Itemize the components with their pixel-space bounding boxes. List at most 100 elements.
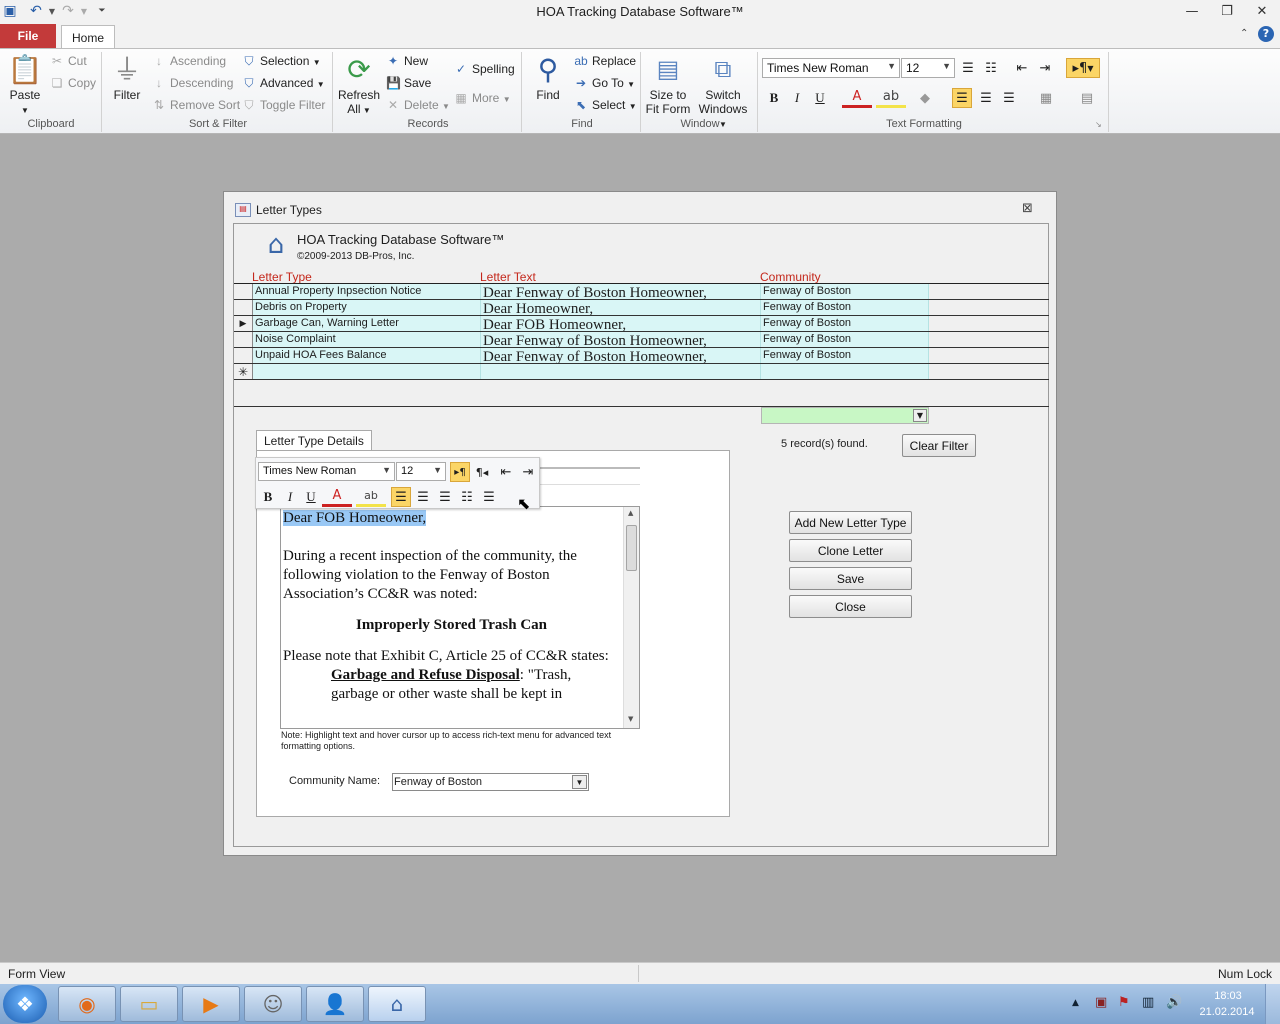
record-selector[interactable]	[234, 348, 253, 364]
cell-letter-type[interactable]: Noise Complaint	[253, 332, 481, 348]
cell-community[interactable]: Fenway of Boston	[761, 332, 929, 348]
mini-font-name-combo[interactable]: Times New Roman ▼	[258, 462, 395, 481]
cell-letter-text[interactable]: Dear Homeowner,	[481, 300, 761, 316]
media-player-icon[interactable]: ▶	[182, 986, 240, 1022]
mini-align-center-icon[interactable]: ☰	[413, 487, 433, 507]
letter-paragraph[interactable]: During a recent inspection of the commun…	[283, 547, 620, 604]
tray-app-icon[interactable]: ▣	[1095, 995, 1107, 1010]
spelling-button[interactable]: ✓ Spelling	[454, 62, 515, 76]
show-hidden-icons-icon[interactable]: ▲	[1072, 998, 1079, 1008]
dialog-launcher-icon[interactable]: ↘	[1095, 120, 1102, 129]
table-row[interactable]: Annual Property Inpsection Notice Dear F…	[234, 284, 1049, 300]
cell-letter-type[interactable]	[253, 364, 481, 380]
mini-highlight-icon[interactable]: ab	[356, 487, 386, 507]
bold-icon[interactable]: B	[764, 88, 784, 108]
letter-quote-title[interactable]: Garbage and Refuse Disposal	[331, 667, 520, 683]
restore-icon[interactable]: ❐	[1210, 0, 1244, 22]
refresh-all-button[interactable]: ⟳ Refresh All ▼	[338, 54, 380, 116]
table-row[interactable]: Noise Complaint Dear Fenway of Boston Ho…	[234, 332, 1049, 348]
cell-letter-type[interactable]: Debris on Property	[253, 300, 481, 316]
more-button[interactable]: ▦ More ▼	[454, 91, 510, 105]
tab-home[interactable]: Home	[61, 25, 115, 49]
close-button[interactable]: Close	[789, 595, 912, 618]
minimize-icon[interactable]: —	[1175, 0, 1209, 22]
select-button[interactable]: ⬉ Select ▼	[574, 98, 637, 112]
scroll-up-icon[interactable]: ▲	[628, 509, 633, 517]
record-selector[interactable]	[234, 284, 253, 300]
selection-button[interactable]: ⛉ Selection ▼	[242, 54, 320, 69]
cell-letter-text[interactable]: Dear Fenway of Boston Homeowner,	[481, 348, 761, 364]
new-record-button[interactable]: ✦ New	[386, 54, 428, 68]
mini-left-to-right-icon[interactable]: ▸¶	[450, 462, 470, 482]
cell-letter-text[interactable]	[481, 364, 761, 380]
action-center-icon[interactable]: ⚑	[1118, 995, 1130, 1010]
mini-font-color-icon[interactable]: A	[322, 487, 352, 507]
scrollbar-thumb[interactable]	[626, 525, 637, 571]
alternate-row-color-icon[interactable]: ▤	[1072, 88, 1102, 108]
cell-letter-text[interactable]: Dear FOB Homeowner,	[481, 316, 761, 332]
cell-community[interactable]: Fenway of Boston	[761, 348, 929, 364]
clock-time[interactable]: 18:03	[1200, 990, 1256, 1002]
cell-community[interactable]	[761, 364, 929, 380]
mini-underline-icon[interactable]: U	[301, 487, 321, 507]
mini-right-to-left-icon[interactable]: ¶◂	[472, 462, 492, 482]
scrollbar[interactable]: ▲ ▼	[623, 507, 639, 728]
new-record-asterisk-icon[interactable]: ✳	[234, 364, 253, 380]
new-record-row[interactable]: ✳	[234, 364, 1049, 380]
user-app-icon[interactable]: 👤	[306, 986, 364, 1022]
cut-button[interactable]: ✂ Cut	[50, 54, 87, 68]
save-record-button[interactable]: 💾 Save	[386, 76, 431, 90]
delete-record-button[interactable]: ✕ Delete ▼	[386, 98, 450, 112]
volume-icon[interactable]: 🔊	[1166, 995, 1182, 1010]
table-row[interactable]: Unpaid HOA Fees Balance Dear Fenway of B…	[234, 348, 1049, 364]
align-center-icon[interactable]: ☰	[976, 88, 996, 108]
cell-letter-type[interactable]: Annual Property Inpsection Notice	[253, 284, 481, 300]
align-right-icon[interactable]: ☰	[999, 88, 1019, 108]
letter-heading[interactable]: Improperly Stored Trash Can	[283, 616, 620, 635]
italic-icon[interactable]: I	[787, 88, 807, 108]
network-icon[interactable]: ▥	[1142, 995, 1154, 1010]
remove-sort-button[interactable]: ⇅ Remove Sort	[152, 98, 240, 112]
font-color-icon[interactable]: A	[842, 88, 872, 108]
gridlines-icon[interactable]: ▦	[1032, 88, 1060, 108]
font-name-combo[interactable]: Times New Roman ▼	[762, 58, 900, 78]
find-button[interactable]: ⚲ Find	[528, 54, 568, 102]
mini-decrease-indent-icon[interactable]: ⇤	[496, 462, 516, 482]
ascending-button[interactable]: ↓ Ascending	[152, 54, 226, 68]
toggle-filter-button[interactable]: ⛉ Toggle Filter	[242, 98, 325, 113]
copy-button[interactable]: ❏ Copy	[50, 76, 96, 90]
save-button[interactable]: Save	[789, 567, 912, 590]
cell-letter-type[interactable]: Garbage Can, Warning Letter	[253, 316, 481, 332]
file-explorer-icon[interactable]: ▭	[120, 986, 178, 1022]
cell-community[interactable]: Fenway of Boston	[761, 300, 929, 316]
mini-align-right-icon[interactable]: ☰	[435, 487, 455, 507]
minimize-ribbon-icon[interactable]: ⌃	[1240, 28, 1248, 39]
cell-letter-type[interactable]: Unpaid HOA Fees Balance	[253, 348, 481, 364]
mini-align-left-icon[interactable]: ☰	[391, 487, 411, 507]
mini-bullets-icon[interactable]: ☰	[479, 487, 499, 507]
show-desktop-button[interactable]	[1265, 984, 1280, 1024]
replace-button[interactable]: ab Replace	[574, 54, 636, 68]
background-color-icon[interactable]: ◆	[910, 88, 940, 108]
decrease-indent-icon[interactable]: ⇤	[1012, 58, 1032, 78]
cell-community[interactable]: Fenway of Boston	[761, 316, 929, 332]
clock-date[interactable]: 21.02.2014	[1196, 1006, 1258, 1018]
community-name-combo[interactable]: Fenway of Boston ▼	[392, 773, 589, 791]
cell-letter-text[interactable]: Dear Fenway of Boston Homeowner,	[481, 284, 761, 300]
letter-text-editor[interactable]: Dear FOB Homeowner, During a recent insp…	[280, 506, 640, 729]
tab-letter-type-details[interactable]: Letter Type Details	[256, 430, 372, 451]
table-row[interactable]: ▶ Garbage Can, Warning Letter Dear FOB H…	[234, 316, 1049, 332]
start-button-icon[interactable]: ❖	[3, 985, 47, 1023]
bullets-icon[interactable]: ☰	[958, 58, 978, 78]
font-size-combo[interactable]: 12 ▼	[901, 58, 955, 78]
underline-icon[interactable]: U	[810, 88, 830, 108]
hoa-database-taskbar-icon[interactable]: ⌂	[368, 986, 426, 1022]
numbering-icon[interactable]: ☷	[981, 58, 1001, 78]
mini-increase-indent-icon[interactable]: ⇥	[518, 462, 538, 482]
community-filter-combo[interactable]: ▼	[761, 407, 929, 424]
current-record-arrow-icon[interactable]: ▶	[234, 316, 253, 332]
letter-salutation[interactable]: Dear FOB Homeowner,	[283, 510, 427, 526]
record-selector[interactable]	[234, 332, 253, 348]
mini-bold-icon[interactable]: B	[258, 487, 278, 507]
help-icon[interactable]: ?	[1258, 26, 1274, 42]
